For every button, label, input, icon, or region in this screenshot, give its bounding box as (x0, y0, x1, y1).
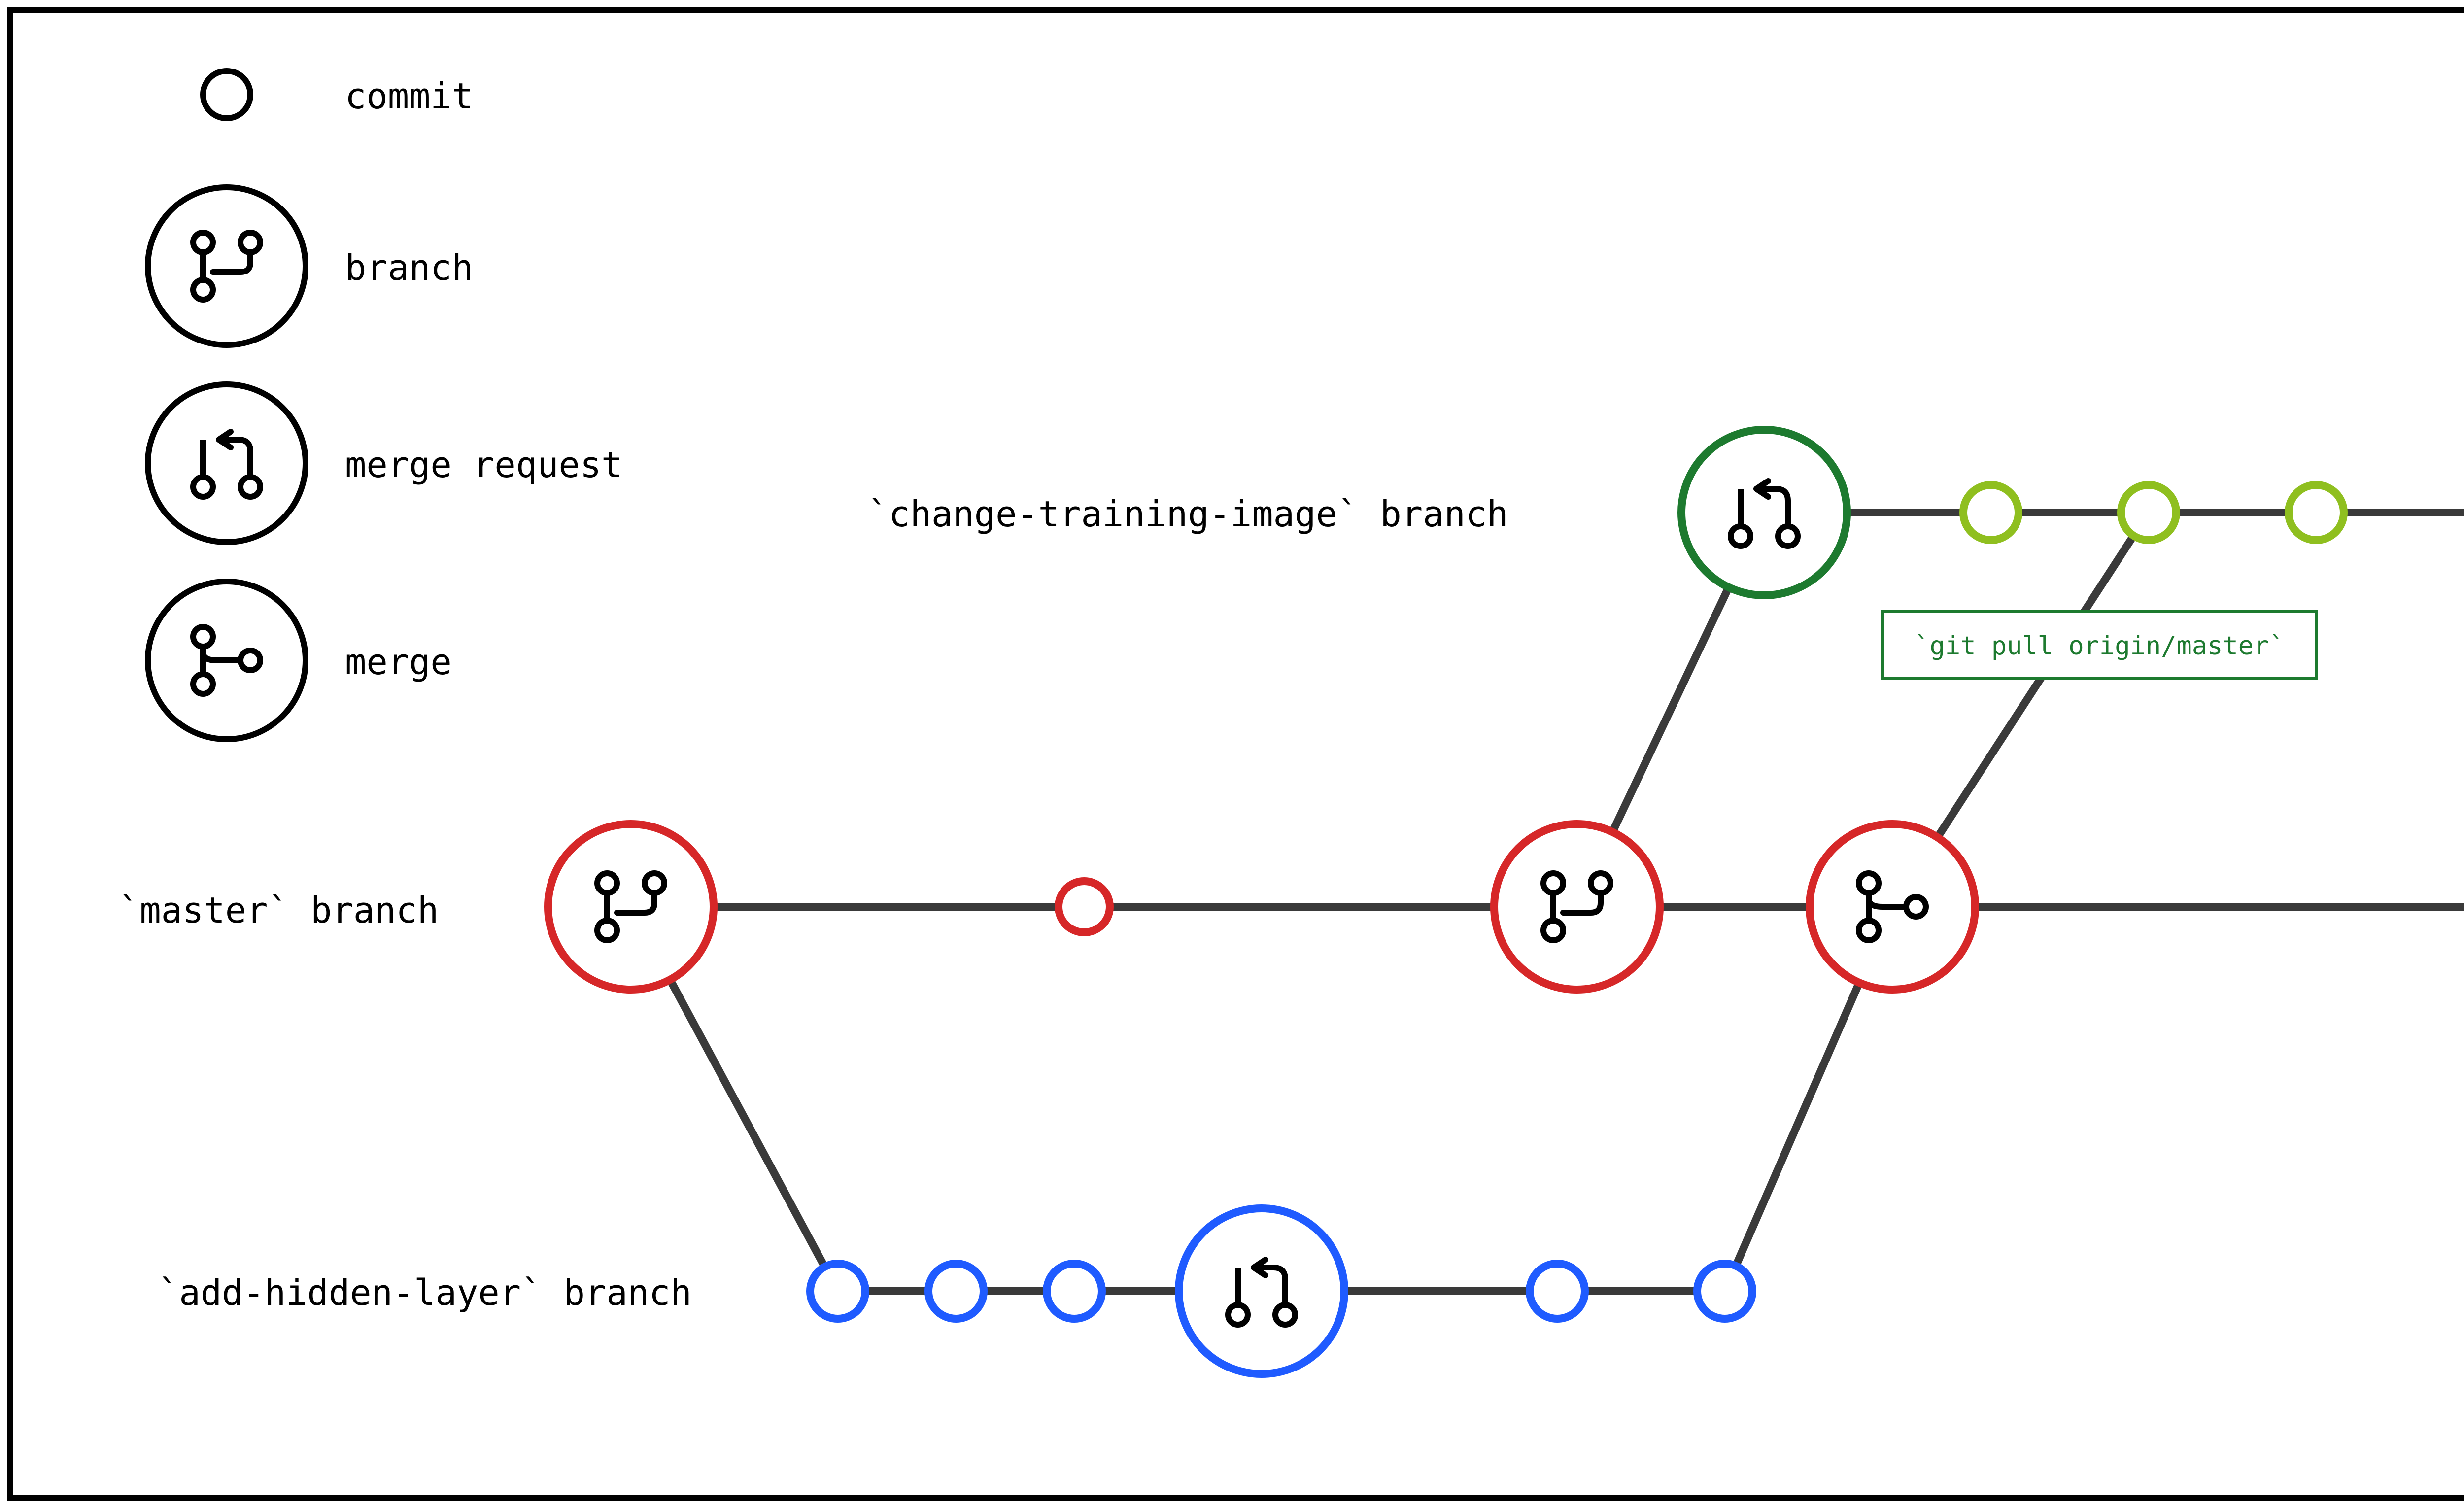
node-master-commit (1059, 881, 1110, 932)
node-blue-commit-2 (928, 1264, 984, 1319)
node-blue-commit-1 (810, 1264, 865, 1319)
node-master-branch-2 (1494, 824, 1660, 990)
change-training-image-label: `change-training-image` branch (867, 493, 1508, 535)
node-blue-commit-5 (1697, 1264, 1752, 1319)
node-green-commit-3 (2289, 485, 2344, 540)
legend-commit-icon (203, 71, 250, 118)
pull-annotation-text: `git pull origin/master` (1914, 631, 2284, 661)
pull-annotation: `git pull origin/master` (1882, 611, 2316, 678)
node-blue-commit-4 (1530, 1264, 1585, 1319)
legend-commit-label: commit (345, 75, 473, 117)
legend-branch-ring (148, 187, 306, 345)
node-master-merge-1 (1810, 824, 1975, 990)
node-blue-commit-3 (1047, 1264, 1102, 1319)
legend-branch-label: branch (345, 247, 473, 288)
node-green-merge-request (1681, 430, 1847, 595)
node-blue-merge-request (1179, 1208, 1344, 1374)
node-green-commit-2 (2121, 485, 2176, 540)
legend-mr-label: merge request (345, 444, 623, 485)
add-hidden-layer-label: `add-hidden-layer` branch (158, 1272, 692, 1313)
master-branch-label: `master` branch (118, 890, 439, 931)
legend-merge-label: merge (345, 641, 452, 683)
legend-mr-ring (148, 384, 306, 542)
node-master-branch-1 (548, 824, 714, 990)
node-green-commit-1 (1963, 485, 2019, 540)
